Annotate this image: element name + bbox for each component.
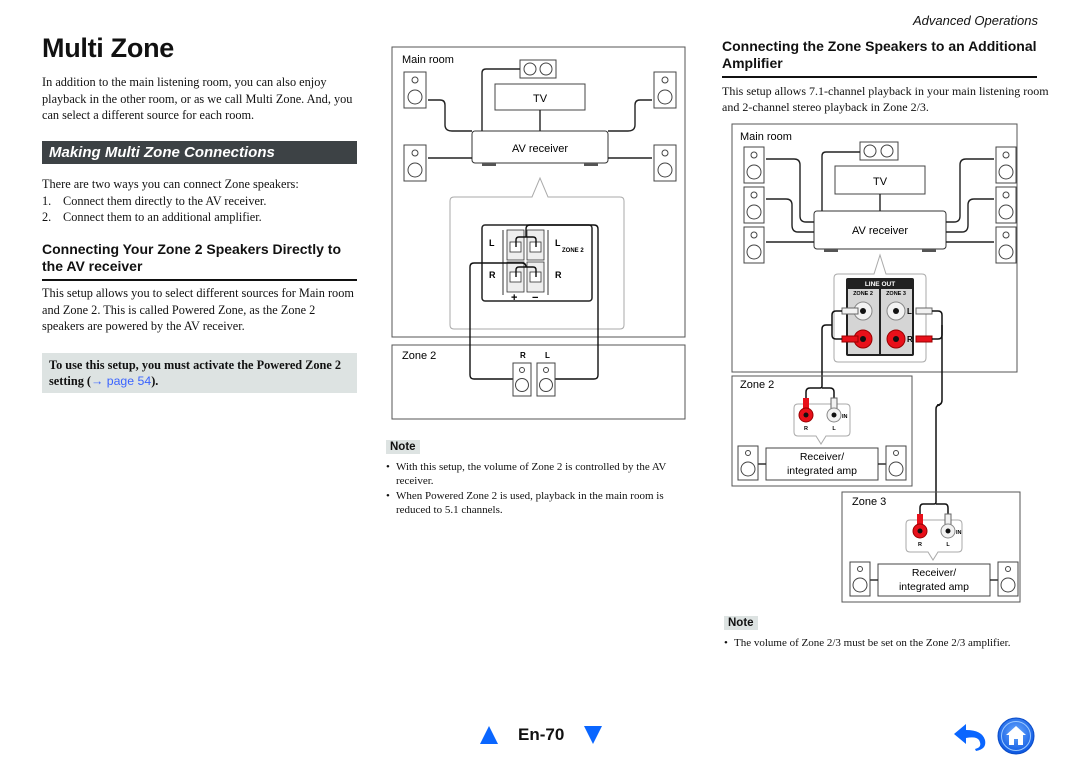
direct-connection-description: This setup allows you to select differen… [42, 286, 354, 333]
center-speaker-icon [859, 141, 899, 161]
list-number: 1. [42, 193, 52, 208]
amplifier-connection-diagram: Main room TV AV receiver LINE OUT ZONE 2… [731, 123, 1021, 603]
zone2-column-label: ZONE 2 [853, 291, 873, 297]
zone3-amp-label-1: Receiver/ [912, 567, 956, 579]
note-item: • When Powered Zone 2 is used, playback i… [386, 489, 691, 517]
ways-block: There are two ways you can connect Zone … [42, 176, 360, 226]
speaker-icon [403, 144, 427, 182]
minus-label: − [532, 292, 538, 304]
zone2-label: Zone 2 [402, 350, 436, 362]
powered-zone-callout: To use this setup, you must activate the… [42, 353, 357, 393]
home-icon[interactable] [997, 717, 1035, 755]
direct-connection-diagram: Main room TV AV receiver L L ZONE 2 R R … [391, 46, 686, 420]
note-item: • With this setup, the volume of Zone 2 i… [386, 460, 691, 488]
plus-label: + [511, 292, 517, 304]
zone2-r-label: R [804, 426, 808, 432]
note-label: Note [386, 440, 420, 454]
speaker-icon [653, 144, 677, 182]
zone3-r-label: R [918, 542, 922, 548]
terminal-l-label-right: L [555, 238, 561, 248]
av-receiver-label: AV receiver [852, 225, 908, 237]
speaker-icon [743, 226, 765, 264]
speaker-icon [995, 186, 1017, 224]
page-number: En-70 [518, 725, 565, 744]
back-arrow-icon[interactable] [952, 720, 988, 752]
zone2-speaker-l-label: L [545, 351, 550, 360]
zone3-column-label: ZONE 3 [886, 291, 906, 297]
line-out-r-label: R [907, 335, 913, 344]
zone2-amp-label-1: Receiver/ [800, 451, 844, 463]
speaker-icon [536, 362, 556, 397]
speaker-icon [743, 186, 765, 224]
terminal-l-label: L [489, 238, 495, 248]
note-text: With this setup, the volume of Zone 2 is… [396, 461, 667, 487]
zone3-in-label: IN [956, 530, 962, 536]
zone2-speaker-r-label: R [520, 351, 526, 360]
speaker-icon [403, 71, 427, 109]
center-speaker-icon [519, 59, 557, 79]
speaker-icon [653, 71, 677, 109]
main-room-label: Main room [740, 131, 792, 143]
section-label: Advanced Operations [912, 13, 1038, 28]
tv-label: TV [533, 93, 548, 105]
note-list: • The volume of Zone 2/3 must be set on t… [724, 636, 1054, 651]
av-receiver-label: AV receiver [512, 143, 568, 155]
terminal-r-label-right: R [555, 270, 562, 280]
zone3-amp-label-2: integrated amp [899, 581, 969, 593]
speaker-icon [849, 561, 871, 597]
list-item: 2. Connect them to an additional amplifi… [42, 209, 360, 226]
list-text: Connect them to an additional amplifier. [63, 210, 262, 224]
intro-paragraph: In addition to the main listening room, … [42, 75, 353, 122]
line-out-label: LINE OUT [865, 281, 895, 288]
speaker-icon [743, 146, 765, 184]
main-room-label: Main room [402, 54, 454, 66]
amplifier-connection-description: This setup allows 7.1-channel playback i… [722, 84, 1049, 114]
page-navigation: En-70 [480, 725, 603, 745]
list-number: 2. [42, 210, 52, 224]
note-item: • The volume of Zone 2/3 must be set on t… [724, 637, 1011, 649]
terminal-r-label: R [489, 270, 496, 280]
tv-label: TV [873, 176, 888, 188]
ways-intro: There are two ways you can connect Zone … [42, 177, 299, 191]
note-text: The volume of Zone 2/3 must be set on th… [734, 637, 1011, 649]
callout-text-end: ). [151, 374, 159, 388]
direct-connection-heading: Connecting Your Zone 2 Speakers Directly… [42, 241, 357, 281]
speaker-icon [885, 445, 907, 481]
speaker-icon [737, 445, 759, 481]
amplifier-connection-heading: Connecting the Zone Speakers to an Addit… [722, 38, 1037, 78]
zone2-amp-label-2: integrated amp [787, 465, 857, 477]
page-title: Multi Zone [42, 33, 174, 63]
list-item: 1. Connect them directly to the AV recei… [42, 193, 360, 210]
speaker-icon [512, 362, 532, 397]
zone2-in-label: IN [842, 414, 848, 420]
zone2-terminal-tag: ZONE 2 [562, 248, 584, 254]
speaker-icon [997, 561, 1019, 597]
next-page-icon[interactable] [584, 726, 603, 744]
zone2-label: Zone 2 [740, 379, 774, 391]
speaker-icon [995, 226, 1017, 264]
line-out-l-label: L [907, 307, 912, 316]
list-text: Connect them directly to the AV receiver… [63, 193, 267, 208]
note-list: • With this setup, the volume of Zone 2 i… [386, 460, 691, 518]
note-label: Note [724, 616, 758, 630]
note-text: When Powered Zone 2 is used, playback in… [396, 490, 664, 516]
section-heading-bar: Making Multi Zone Connections [42, 141, 357, 164]
speaker-icon [995, 146, 1017, 184]
previous-page-icon[interactable] [480, 726, 498, 744]
zone3-label: Zone 3 [852, 496, 886, 508]
page-54-link[interactable]: → page 54 [91, 374, 151, 388]
